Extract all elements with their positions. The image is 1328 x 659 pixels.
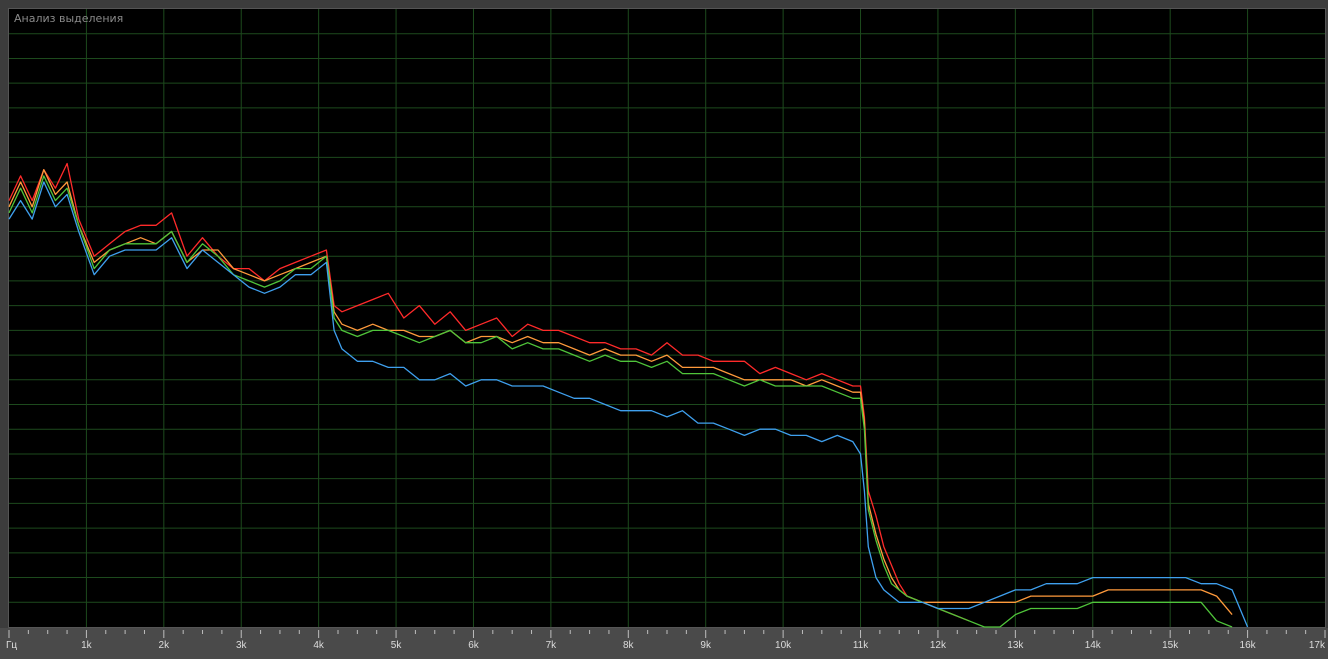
spectrum-chart: Гц 1k 2k 3k 4k 5k 6k 7k 8k 9k 10k 11k 12k 13k 14k 15k 16… (6, 9, 1326, 651)
x-tick-label: 13k (1007, 640, 1024, 651)
spectrum-series-line-1 (8, 162, 970, 622)
x-tick-label: 9k (700, 640, 712, 651)
x-tick-label: 16k (1240, 640, 1257, 651)
x-tick-label: 10k (775, 640, 792, 651)
x-tick-label: 2k (159, 640, 171, 651)
x-tick-label: 3k (236, 640, 248, 651)
x-tick-label: 14k (1085, 640, 1102, 651)
x-tick-label: 8k (623, 640, 635, 651)
x-tick-label: 12k (930, 640, 947, 651)
x-tick-label: 6k (468, 640, 480, 651)
x-tick-label: 17k (1309, 640, 1326, 651)
x-axis-unit-label: Гц (6, 640, 17, 651)
spectrum-series-line-2 (8, 169, 1233, 616)
x-tick-label: 7k (546, 640, 558, 651)
x-tick-label: 5k (391, 640, 403, 651)
panel-title: Анализ выделения (14, 12, 124, 25)
x-tick-label: 15k (1162, 640, 1179, 651)
x-tick-label: 11k (853, 640, 869, 651)
analysis-window: Гц 1k 2k 3k 4k 5k 6k 7k 8k 9k 10k 11k 12k 13k 14k 15k 16… (0, 0, 1328, 659)
spectrum-series-line-3 (8, 175, 1233, 628)
x-tick-label: 1k (81, 640, 93, 651)
x-tick-label: 4k (313, 640, 325, 651)
